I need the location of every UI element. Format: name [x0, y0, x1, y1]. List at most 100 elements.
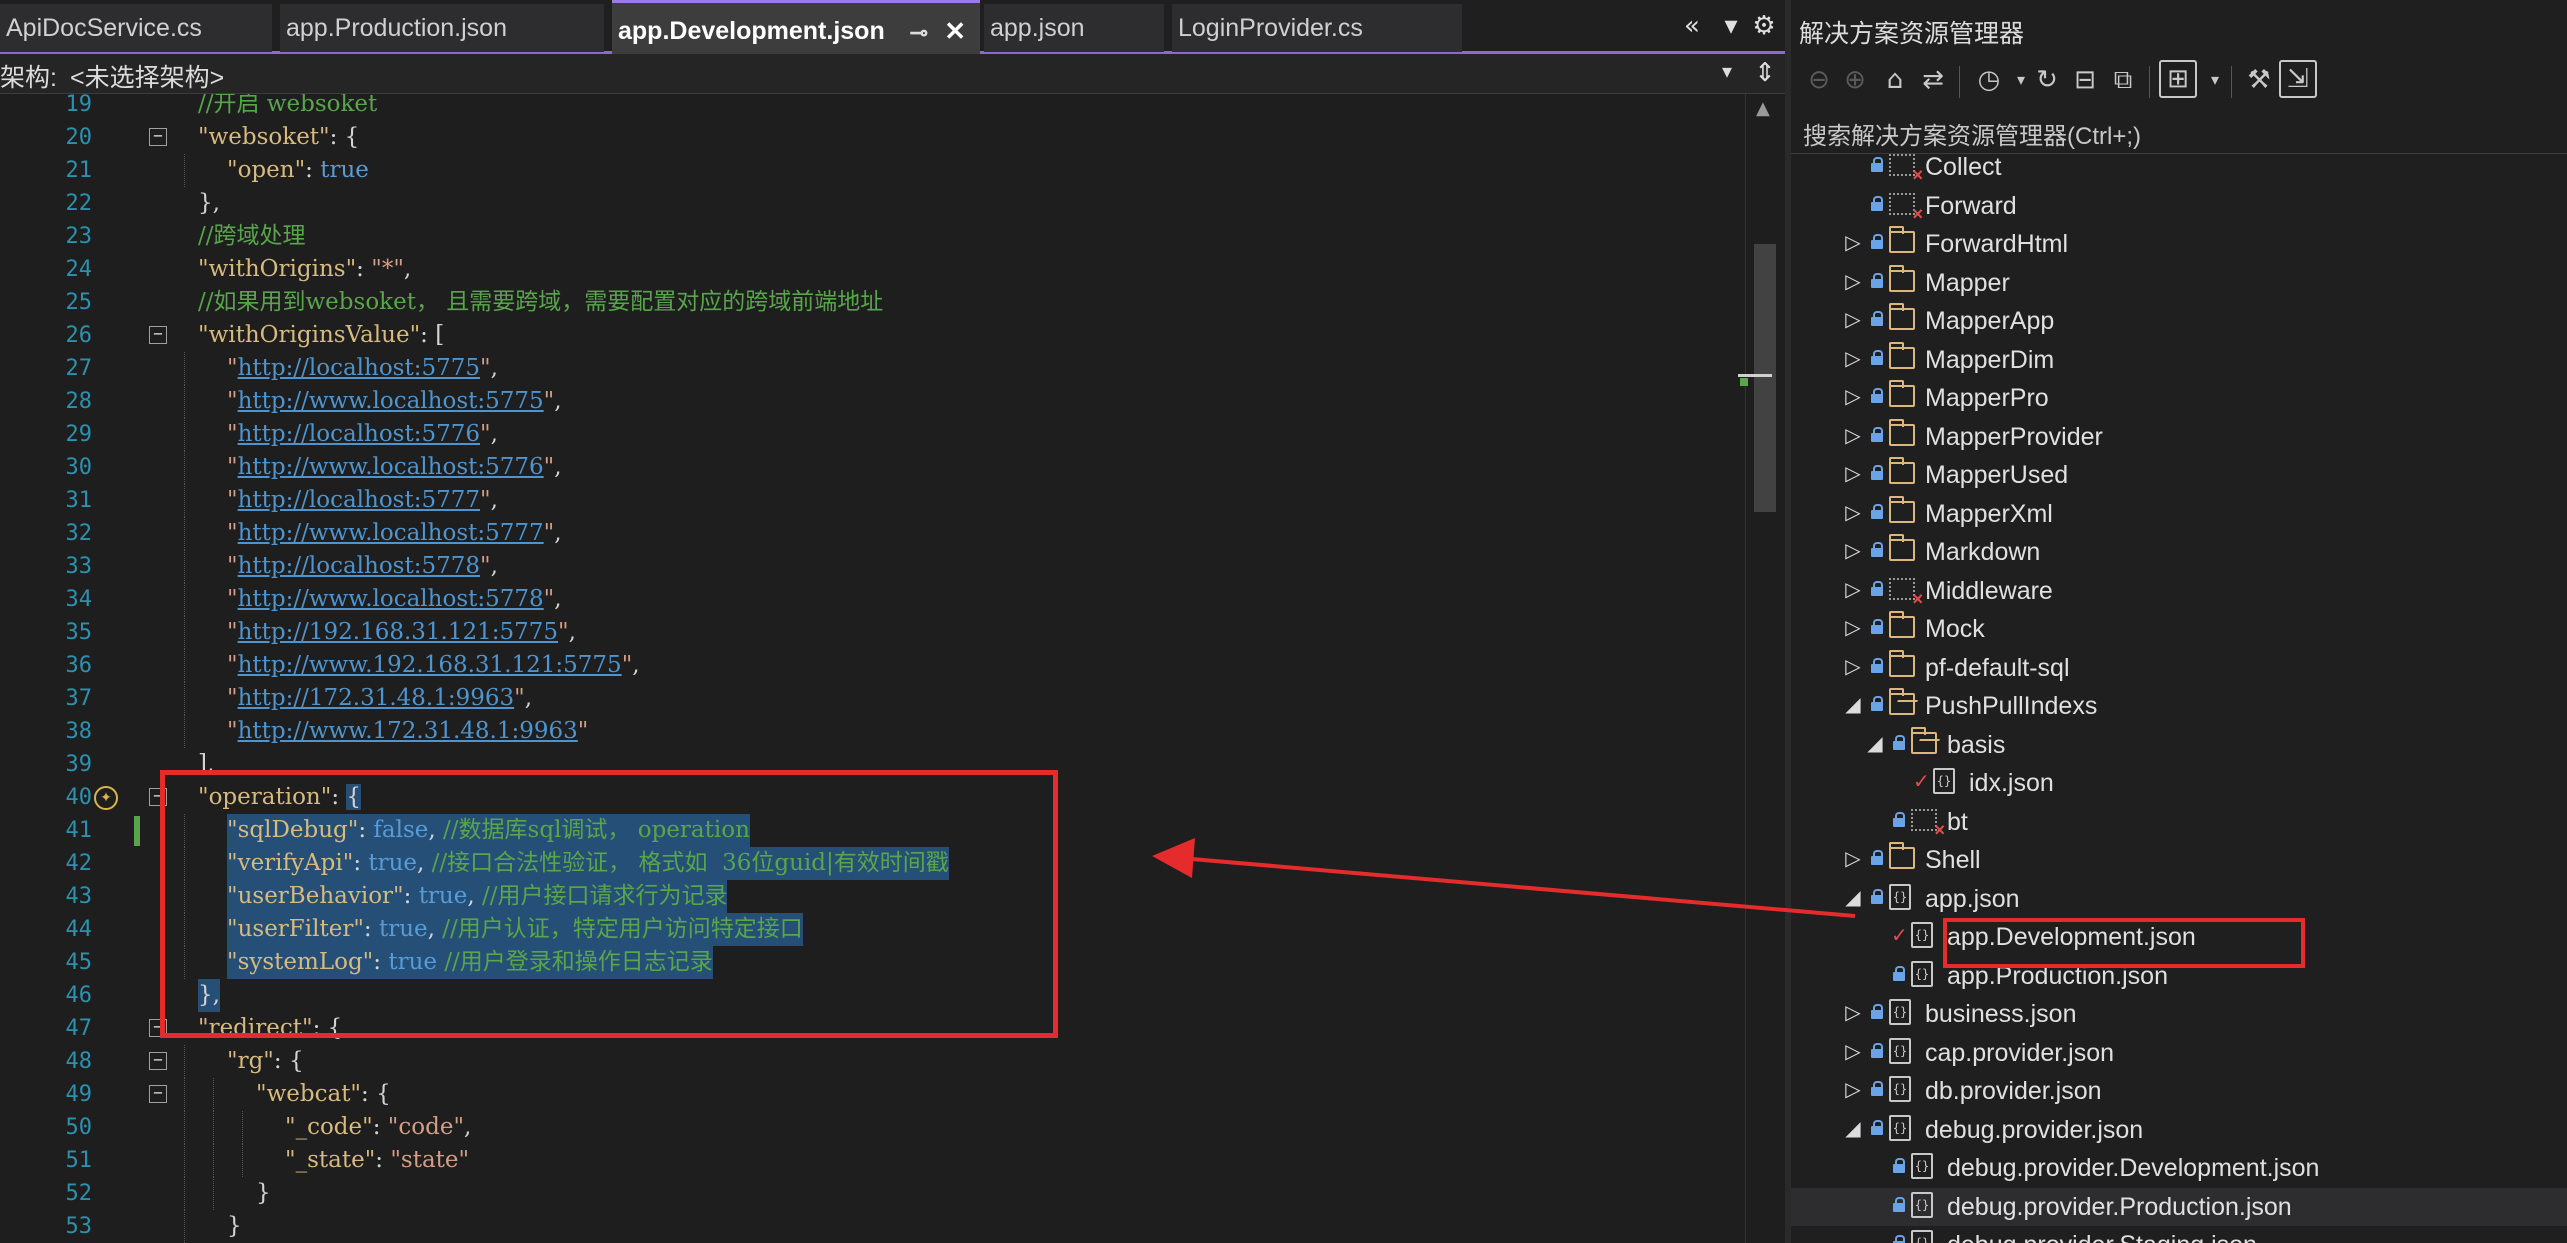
code-line[interactable]: 37 "http://172.31.48.1:9963",	[0, 682, 1745, 715]
expand-arrow-icon[interactable]: ▷	[1843, 499, 1863, 527]
lightbulb-icon[interactable]: ✦	[94, 786, 118, 810]
code-link[interactable]: http://www.localhost:5777	[238, 520, 544, 546]
expand-arrow-icon[interactable]: ▷	[1843, 999, 1863, 1027]
collapse-arrow-icon[interactable]: ◢	[1843, 884, 1863, 912]
tree-item[interactable]: ◢ basis	[1791, 726, 2567, 764]
fold-toggle-icon[interactable]: −	[149, 326, 167, 344]
architecture-select[interactable]: <未选择架构>	[70, 58, 224, 94]
expand-arrow-icon[interactable]: ▷	[1843, 229, 1863, 257]
fold-toggle-icon[interactable]: −	[149, 1085, 167, 1103]
collapse-arrow-icon[interactable]: ◢	[1843, 1115, 1863, 1143]
pin-icon[interactable]: ⊸	[910, 5, 928, 54]
tree-item[interactable]: ▷ Shell	[1791, 841, 2567, 879]
tree-item[interactable]: Forward	[1791, 187, 2567, 225]
tree-item[interactable]: ▷ MapperPro	[1791, 379, 2567, 417]
code-line[interactable]: 35 "http://192.168.31.121:5775",	[0, 616, 1745, 649]
code-area[interactable]: 19//开启 websoket 20− "websoket": {21 "open":…	[0, 94, 1745, 1243]
vs-switch-icon[interactable]: ⇄	[1913, 60, 1953, 100]
code-line[interactable]: 23 //跨域处理	[0, 220, 1745, 253]
expand-arrow-icon[interactable]: ▷	[1843, 537, 1863, 565]
tree-item[interactable]: ▷ Mapper	[1791, 264, 2567, 302]
expand-arrow-icon[interactable]: ▷	[1843, 460, 1863, 488]
tree-item[interactable]: ▷ {} cap.provider.json	[1791, 1034, 2567, 1072]
tab-app-json[interactable]: app.json	[984, 4, 1164, 52]
code-line[interactable]: 19 //开启 websoket	[0, 94, 1745, 121]
tree-item[interactable]: ◢ PushPullIndexs	[1791, 687, 2567, 725]
expand-arrow-icon[interactable]: ▷	[1843, 268, 1863, 296]
tree-item[interactable]: bt	[1791, 803, 2567, 841]
vertical-scrollbar[interactable]: ▲	[1738, 94, 1785, 1243]
tree-item[interactable]: ▷ Markdown	[1791, 533, 2567, 571]
tab-app-production-json[interactable]: app.Production.json	[280, 4, 604, 52]
tree-item[interactable]: ◢ {} app.json	[1791, 880, 2567, 918]
code-link[interactable]: http://localhost:5776	[238, 421, 480, 447]
close-icon[interactable]: ✕	[944, 3, 966, 54]
sync-icon[interactable]: ↻	[2027, 60, 2067, 100]
code-line[interactable]: 20 − "websoket": {	[0, 121, 1745, 154]
tree-item[interactable]: ▷ {} db.provider.json	[1791, 1072, 2567, 1110]
forward-icon[interactable]: ⊕	[1835, 60, 1875, 100]
chevron-down-icon[interactable]: ▾	[1722, 59, 1732, 83]
solution-search-input[interactable]: 搜索解决方案资源管理器(Ctrl+;)	[1791, 108, 2567, 154]
expand-arrow-icon[interactable]: ▷	[1843, 1038, 1863, 1066]
expand-arrow-icon[interactable]: ▷	[1843, 614, 1863, 642]
tab-app-development-json[interactable]: app.Development.json ⊸ ✕	[612, 0, 980, 54]
tree-item[interactable]: {} debug.provider.Development.json	[1791, 1149, 2567, 1187]
gear-icon[interactable]: ⚙	[1748, 8, 1780, 44]
code-link[interactable]: http://192.168.31.121:5775	[238, 619, 558, 645]
wrench-icon[interactable]: ⚒	[2239, 60, 2279, 100]
tree-item[interactable]: ▷ ForwardHtml	[1791, 225, 2567, 263]
expand-arrow-icon[interactable]: ▷	[1843, 1076, 1863, 1104]
code-line[interactable]: 32 "http://www.localhost:5777",	[0, 517, 1745, 550]
collapse-arrow-icon[interactable]: ◢	[1865, 730, 1885, 758]
code-line[interactable]: 21 "open": true	[0, 154, 1745, 187]
code-line[interactable]: 36 "http://www.192.168.31.121:5775",	[0, 649, 1745, 682]
code-line[interactable]: 33 "http://localhost:5778",	[0, 550, 1745, 583]
code-line[interactable]: 28 "http://www.localhost:5775",	[0, 385, 1745, 418]
back-icon[interactable]: ⊖	[1799, 60, 1839, 100]
code-line[interactable]: 52}	[0, 1177, 1745, 1210]
collapse-arrow-icon[interactable]: ◢	[1843, 691, 1863, 719]
tab-apidocservice-cs[interactable]: ApiDocService.cs	[0, 4, 272, 52]
code-line[interactable]: 29 "http://localhost:5776",	[0, 418, 1745, 451]
code-line[interactable]: 26 − "withOriginsValue": [	[0, 319, 1745, 352]
code-link[interactable]: http://www.172.31.48.1:9963	[238, 718, 578, 744]
code-link[interactable]: http://localhost:5778	[238, 553, 480, 579]
scroll-up-icon[interactable]: ▲	[1756, 98, 1770, 119]
expand-arrow-icon[interactable]: ▷	[1843, 383, 1863, 411]
tree-item[interactable]: {} debug.provider.Production.json	[1791, 1187, 2567, 1226]
chevron-down-icon[interactable]: ▾	[2195, 60, 2235, 100]
code-line[interactable]: 48 − "rg": {	[0, 1045, 1745, 1078]
tree-item[interactable]: ▷ MapperXml	[1791, 495, 2567, 533]
code-line[interactable]: 34 "http://www.localhost:5778",	[0, 583, 1745, 616]
expand-arrow-icon[interactable]: ▷	[1843, 422, 1863, 450]
collapse-icon[interactable]: ⊟	[2065, 60, 2105, 100]
code-line[interactable]: 25 //如果用到websoket， 且需要跨域，需要配置对应的跨域前端地址	[0, 286, 1745, 319]
tree-item[interactable]: ▷ MapperUsed	[1791, 456, 2567, 494]
tree-item[interactable]: ▷ pf-default-sql	[1791, 649, 2567, 687]
code-link[interactable]: http://localhost:5775	[238, 355, 480, 381]
tab-loginprovider-cs[interactable]: LoginProvider.cs	[1172, 4, 1462, 52]
tree-item[interactable]: {} debug.provider.Staging.json	[1791, 1226, 2567, 1243]
fold-toggle-icon[interactable]: −	[149, 1052, 167, 1070]
copy-icon[interactable]: ⧉	[2103, 60, 2143, 100]
code-line[interactable]: 38 "http://www.172.31.48.1:9963"	[0, 715, 1745, 748]
tree-item[interactable]: ▷ MapperProvider	[1791, 418, 2567, 456]
code-line[interactable]: 49 − "webcat": {	[0, 1078, 1745, 1111]
code-link[interactable]: http://www.localhost:5778	[238, 586, 544, 612]
code-link[interactable]: http://172.31.48.1:9963	[238, 685, 515, 711]
fold-toggle-icon[interactable]: −	[149, 128, 167, 146]
code-line[interactable]: 22},	[0, 187, 1745, 220]
chevron-down-icon[interactable]: ▾	[1716, 8, 1746, 44]
expand-arrow-icon[interactable]: ▷	[1843, 345, 1863, 373]
tab-overflow-icon[interactable]: «	[1672, 8, 1712, 44]
code-link[interactable]: http://www.localhost:5776	[238, 454, 544, 480]
tree-item[interactable]: ▷ Mock	[1791, 610, 2567, 648]
expand-arrow-icon[interactable]: ▷	[1843, 845, 1863, 873]
split-editor-icon[interactable]: ⇕	[1746, 54, 1784, 94]
code-link[interactable]: http://www.192.168.31.121:5775	[238, 652, 622, 678]
code-line[interactable]: 53}	[0, 1210, 1745, 1243]
view-icon[interactable]: ⊞	[2159, 60, 2197, 98]
code-line[interactable]: 51 "_state": "state"	[0, 1144, 1745, 1177]
preview-icon[interactable]: ⇲	[2279, 60, 2317, 98]
